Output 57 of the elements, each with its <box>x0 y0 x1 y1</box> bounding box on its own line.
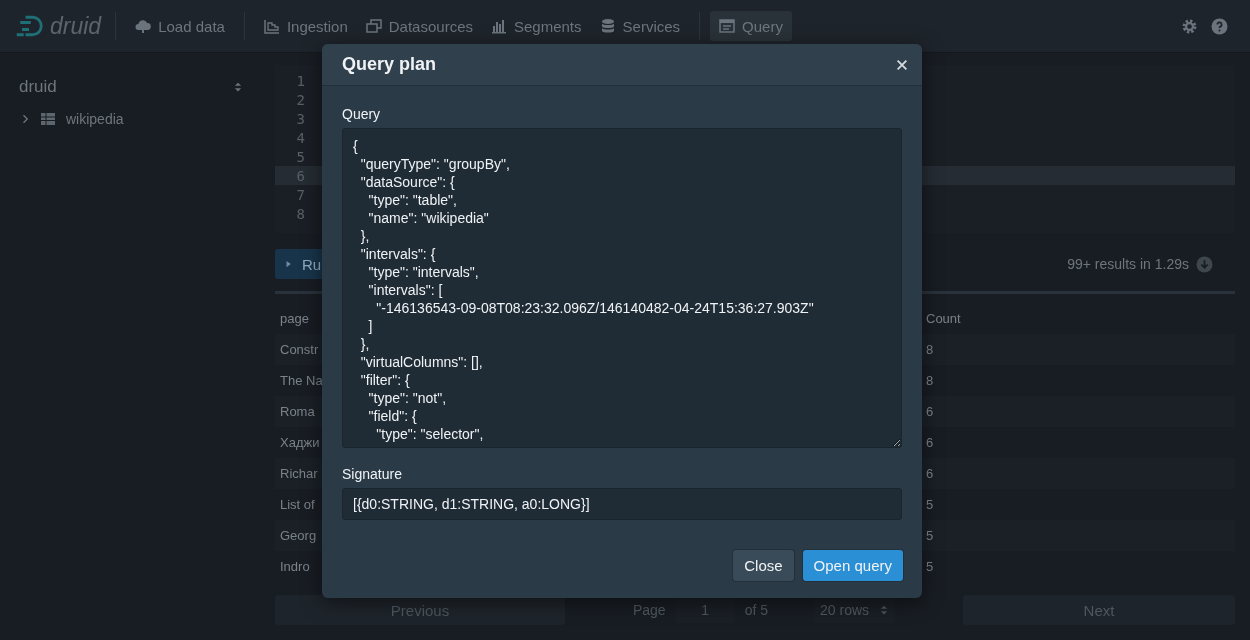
window-icon <box>719 18 736 34</box>
nav-tab[interactable]: Services <box>590 11 690 41</box>
table-cell: List of <box>280 497 315 512</box>
select-caret-icon <box>233 80 243 94</box>
table-cell: Richar <box>280 466 318 481</box>
line-number: 1 <box>295 72 305 89</box>
download-icon <box>1196 255 1213 273</box>
close-button[interactable] <box>895 57 909 72</box>
database-icon <box>599 18 616 34</box>
help-icon <box>1211 17 1228 35</box>
steps-chart-icon <box>263 18 280 34</box>
open-query-button[interactable]: Open query <box>802 550 903 581</box>
table-cell: Georg <box>280 528 317 543</box>
table-cell: 6 <box>926 466 934 481</box>
bar-chart-icon <box>491 18 507 34</box>
field-label: Signature <box>342 466 403 482</box>
table-cell: 6 <box>926 435 934 450</box>
logo-text: druid <box>50 12 102 40</box>
line-number: 8 <box>295 205 305 222</box>
signature-field[interactable]: [{d0:STRING, d1:STRING, a0:LONG}] <box>342 488 902 520</box>
results-summary: 99+ results in 1.29s <box>1067 256 1189 272</box>
page-label: Page <box>632 602 666 618</box>
dialog-title: Query plan <box>342 54 437 75</box>
nav-tab[interactable]: Segments <box>482 11 591 41</box>
nav-tab[interactable]: Datasources <box>356 11 482 41</box>
table-cell: 8 <box>926 373 934 388</box>
database-select[interactable]: druid <box>19 72 244 102</box>
cloud-upload-icon <box>135 18 152 34</box>
select-caret-icon <box>879 603 890 617</box>
table-cell: 8 <box>926 342 934 357</box>
line-number: 2 <box>295 91 305 108</box>
table-icon <box>39 111 57 127</box>
table-cell: The Na <box>280 373 323 388</box>
table-cell: Indro <box>280 559 310 574</box>
table-cell: Хаджи <box>280 435 320 450</box>
settings-icon <box>1181 17 1198 35</box>
line-number: 3 <box>295 110 305 127</box>
nav-tab[interactable]: Query <box>710 11 792 41</box>
query-field[interactable]: { "queryType": "groupBy", "dataSource": { "type": "table", "name": "wikipedia" }, "intervals": { "type": "intervals", "intervals": [ "-146136543-09-08T08:23:32.096Z/146140482-04-24T15:36:27.903Z" ] }, "virtualColumns": [], "filter": { "type": "not", "field": { "type": "selector", <box>342 128 902 448</box>
table-cell: Constr <box>280 342 319 357</box>
close-button[interactable]: Close <box>733 550 794 581</box>
tree-item[interactable]: wikipedia <box>19 108 244 130</box>
table-cell: 5 <box>926 497 934 512</box>
table-cell: 5 <box>926 559 934 574</box>
nav-tab[interactable]: Ingestion <box>254 11 357 41</box>
column-header[interactable]: page <box>280 310 309 326</box>
field-label: Query <box>342 106 382 122</box>
nav-tab[interactable]: Load data <box>126 11 234 41</box>
line-number: 5 <box>295 148 305 165</box>
column-header[interactable]: Count <box>926 310 961 326</box>
table-cell: Roma <box>280 404 315 419</box>
table-cell: 6 <box>926 404 934 419</box>
line-number: 7 <box>295 186 305 203</box>
table-cell: 5 <box>926 528 934 543</box>
stacked-windows-icon <box>365 18 382 34</box>
close-icon <box>895 57 909 72</box>
line-number: 4 <box>295 129 305 146</box>
